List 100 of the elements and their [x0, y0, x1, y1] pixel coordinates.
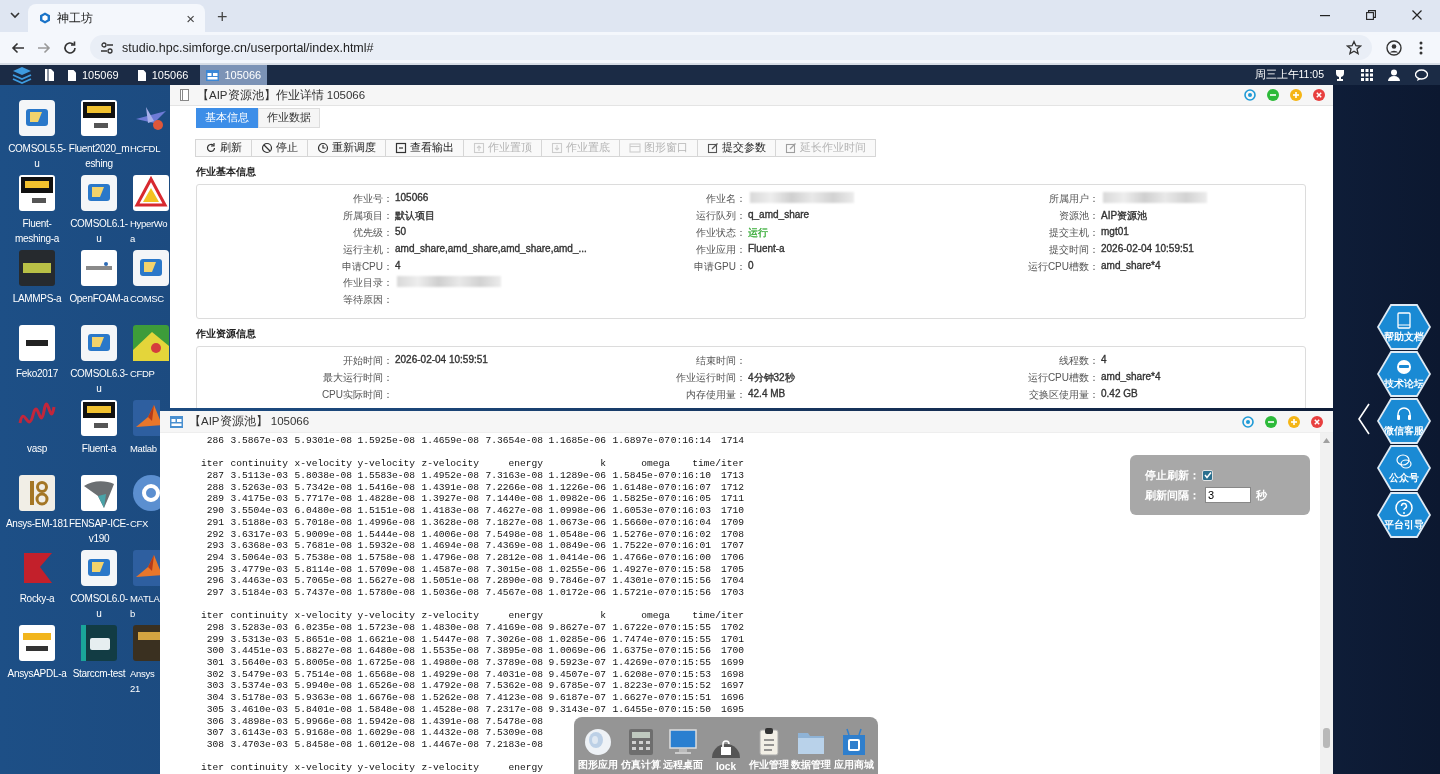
app-logo-icon	[18, 249, 56, 287]
target-button[interactable]	[1244, 89, 1256, 101]
log-cell-text: 7.5478e-08	[484, 715, 543, 728]
log-cell-text: 1.6029e-08	[356, 727, 415, 739]
toolbar-button[interactable]: 重新调度	[307, 139, 386, 157]
close-button[interactable]	[1313, 89, 1325, 101]
desktop-shortcut[interactable]: COMSOL6.0-u	[68, 549, 130, 621]
log-cell-text: 5.8827e-08	[293, 645, 352, 658]
interval-field[interactable]: 3	[1205, 487, 1251, 503]
document-icon[interactable]	[44, 68, 55, 82]
toolbar-button[interactable]: 查看输出	[385, 139, 464, 157]
field-label: CPU实际时间：	[320, 387, 393, 402]
help-hex-button[interactable]: 公众号	[1377, 445, 1431, 491]
desktop-shortcut[interactable]: Rocky-a	[6, 549, 68, 621]
help-hex-button[interactable]: 平台引导	[1377, 492, 1431, 538]
close-button[interactable]	[1311, 415, 1323, 428]
desktop-shortcut[interactable]: COMSOL6.1-u	[68, 174, 130, 246]
browser-tab[interactable]: 神工坊 ×	[28, 4, 205, 32]
desktop-shortcut[interactable]: HyperWo a	[130, 174, 170, 246]
menu-icon[interactable]	[1418, 39, 1424, 56]
chevron-left-icon[interactable]	[1357, 403, 1371, 435]
field-label: 作业号：	[352, 192, 393, 207]
desktop-shortcut[interactable]: LAMMPS-a	[6, 249, 68, 321]
log-cell-text: 1.4183e-08	[420, 505, 479, 517]
desktop-shortcut[interactable]: FENSAP-ICE-v190	[68, 474, 130, 546]
log-cell-text: 288	[205, 481, 224, 494]
desktop-shortcut[interactable]: COMSOL6.3-u	[68, 324, 130, 396]
log-cell-text: 1.5932e-08	[356, 540, 415, 552]
field-label: 作业目录：	[342, 276, 393, 291]
app-logo-icon	[132, 624, 160, 662]
globe-icon	[583, 727, 613, 757]
log-cell-text: 3.4898e-03	[229, 715, 288, 728]
desktop-shortcut[interactable]: AnsysAPDL-a	[6, 624, 68, 696]
desktop-shortcut[interactable]: Feko2017	[6, 324, 68, 396]
log-cell-text: 1.5447e-08	[420, 633, 479, 646]
tab-close-button[interactable]: ×	[184, 9, 197, 27]
address-bar[interactable]: studio.hpc.simforge.cn/userportal/index.html#	[90, 35, 1372, 60]
app-logo-icon	[80, 99, 118, 137]
column-header: iter	[199, 458, 224, 471]
field-value: 0.42 GB	[1101, 387, 1138, 401]
log-cell-text: 1.4792e-08	[420, 680, 479, 693]
field-value: 50	[395, 226, 407, 239]
app-logo-icon	[80, 249, 118, 287]
window-icon	[170, 415, 183, 428]
profile-icon[interactable]	[1386, 39, 1402, 56]
restore-icon[interactable]	[1366, 10, 1376, 20]
desktop-shortcut[interactable]: CFDP	[130, 324, 170, 396]
log-cell-text: 299	[205, 633, 224, 646]
chat-icon[interactable]	[1415, 69, 1428, 81]
log-cell-text: 297	[205, 586, 224, 599]
reload-icon[interactable]	[62, 39, 78, 56]
layers-icon[interactable]	[12, 66, 32, 84]
log-cell-text: 3.4175e-03	[229, 493, 288, 506]
target-button[interactable]	[1242, 415, 1254, 428]
taskbar-item[interactable]: 105069	[61, 65, 125, 85]
field-label: 所属用户：	[1048, 192, 1099, 207]
log-cell-text: 7.4627e-08	[484, 505, 543, 517]
desktop-shortcut[interactable]: COMSOL5.5-u	[6, 99, 68, 171]
desktop-shortcut[interactable]: HCFDL	[130, 99, 170, 171]
star-icon[interactable]	[1346, 39, 1362, 56]
log-cell-text: 303	[205, 680, 224, 693]
grid-icon[interactable]	[1361, 69, 1373, 81]
new-tab-button[interactable]: +	[213, 7, 232, 28]
desktop-shortcut[interactable]: OpenFOAM-a	[68, 249, 130, 321]
user-icon[interactable]	[1388, 69, 1400, 81]
desktop-shortcut[interactable]: Fluent-a	[68, 399, 130, 471]
close-icon[interactable]	[1412, 10, 1422, 20]
tab[interactable]: 作业数据	[258, 108, 320, 128]
app-logo-icon	[80, 399, 118, 437]
url-text: studio.hpc.simforge.cn/userportal/index.html#	[122, 40, 375, 55]
toolbar-button[interactable]: 提交参数	[697, 139, 776, 157]
taskbar-item[interactable]: 105066	[130, 65, 195, 85]
log-cell-text: 1.4006e-08	[420, 528, 479, 541]
log-cell-text: 302	[205, 668, 224, 681]
desktop-shortcut[interactable]: Fluent-meshing-a	[6, 174, 68, 246]
trophy-icon[interactable]	[1334, 69, 1346, 81]
site-settings-icon[interactable]	[100, 40, 114, 55]
desktop-shortcut[interactable]: vasp	[6, 399, 68, 471]
app-logo-icon	[80, 324, 118, 362]
log-cell-text: 7.3654e-08	[484, 435, 543, 447]
log-cell-text: 7.4369e-08	[484, 540, 543, 552]
log-cell: 0:15:53	[670, 668, 711, 681]
log-cell-text: 1.0982e-06	[547, 493, 606, 506]
desktop-shortcut[interactable]: Ansys-EM-181	[6, 474, 68, 546]
log-cell-text: 1.4996e-08	[356, 516, 415, 529]
log-cell-text: 1.5709e-08	[356, 563, 415, 576]
log-cell-text: 286	[205, 435, 224, 447]
scrollbar-thumb[interactable]	[1323, 728, 1330, 748]
log-cell-text: 1696	[719, 692, 744, 704]
log-cell-text: 6.0235e-08	[293, 622, 352, 634]
toolbar-button[interactable]: 停止	[251, 139, 308, 157]
desktop-shortcut[interactable]: COMSC	[130, 249, 170, 321]
log-cell-text: 1.5151e-08	[356, 505, 415, 517]
log-cell-text: 3.6368e-03	[229, 540, 288, 552]
toolbar-button[interactable]: 刷新	[195, 139, 252, 157]
log-cell-text: 1.0255e-06	[547, 563, 606, 576]
desktop-shortcut[interactable]: Fluent2020_meshing	[68, 99, 130, 171]
log-cell-text: 1.5723e-08	[356, 622, 415, 634]
desktop-shortcut[interactable]: Starccm-test	[68, 624, 130, 696]
checkbox[interactable]	[1202, 469, 1213, 481]
